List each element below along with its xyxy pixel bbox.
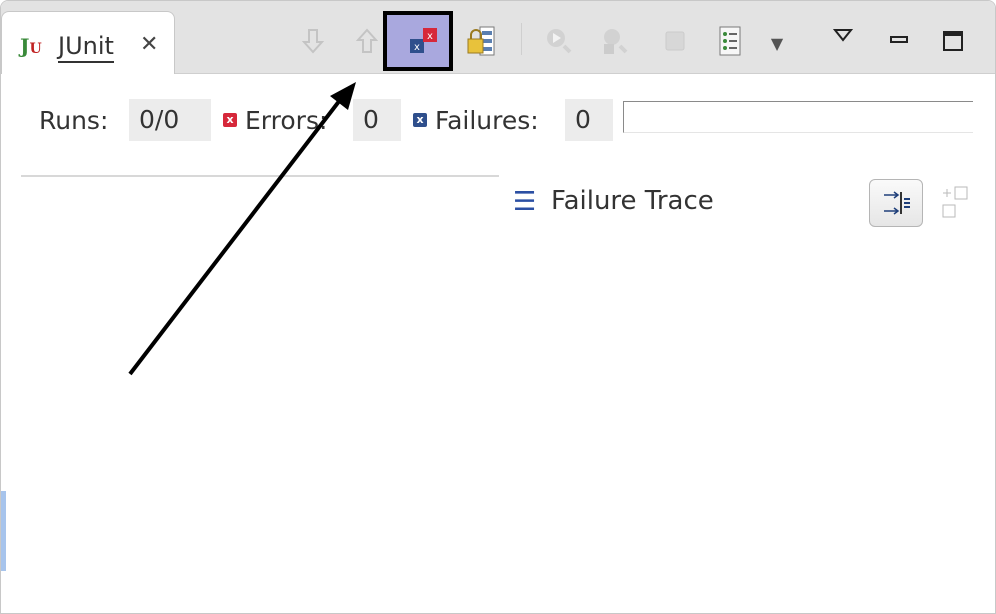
test-tree-divider (21, 175, 499, 177)
tab-label: JUnit (58, 32, 114, 63)
test-run-history-icon[interactable] (713, 23, 749, 59)
rerun-test-icon[interactable] (541, 23, 577, 59)
history-dropdown-icon[interactable]: ▼ (759, 25, 795, 61)
error-icon: x (223, 113, 237, 127)
failure-trace-title: Failure Trace (551, 186, 714, 216)
close-icon[interactable]: ✕ (140, 32, 158, 57)
svg-text:x: x (414, 42, 420, 53)
stack-trace-icon: ☰ (513, 187, 537, 217)
tab-junit[interactable]: JU JUnit ✕ (1, 11, 175, 74)
scroll-lock-icon[interactable] (463, 23, 499, 59)
failures-value: 0 (565, 99, 613, 141)
runs-value: 0/0 (129, 99, 211, 141)
failure-icon: x (413, 113, 427, 127)
svg-text:x: x (427, 31, 433, 42)
left-edge-marker (1, 491, 6, 571)
errors-value: 0 (353, 99, 401, 141)
minimize-icon[interactable] (881, 21, 917, 57)
test-progress-bar (623, 101, 973, 133)
show-failures-only-icon: x x (410, 28, 437, 53)
compare-results-icon[interactable] (939, 185, 971, 221)
previous-failure-icon[interactable] (349, 23, 385, 59)
junit-view: JU JUnit ✕ x x ▼ Runs: 0/0 x Errors: 0 x… (0, 0, 996, 614)
junit-icon: JU (20, 34, 42, 58)
maximize-icon[interactable] (935, 23, 971, 59)
view-menu-icon[interactable] (825, 17, 861, 53)
filter-stack-icon (884, 191, 910, 215)
view-toolbar: JU JUnit ✕ x x ▼ (1, 1, 995, 74)
stop-icon[interactable] (657, 23, 693, 59)
rerun-failed-first-icon[interactable] (597, 23, 633, 59)
filter-stack-trace-button[interactable] (869, 179, 923, 227)
next-failure-icon[interactable] (295, 23, 331, 59)
runs-label: Runs: (39, 106, 109, 135)
failures-label: Failures: (435, 106, 539, 135)
toolbar-separator (521, 23, 522, 55)
errors-label: Errors: (245, 106, 328, 135)
show-failures-only-button[interactable]: x x (383, 11, 453, 71)
